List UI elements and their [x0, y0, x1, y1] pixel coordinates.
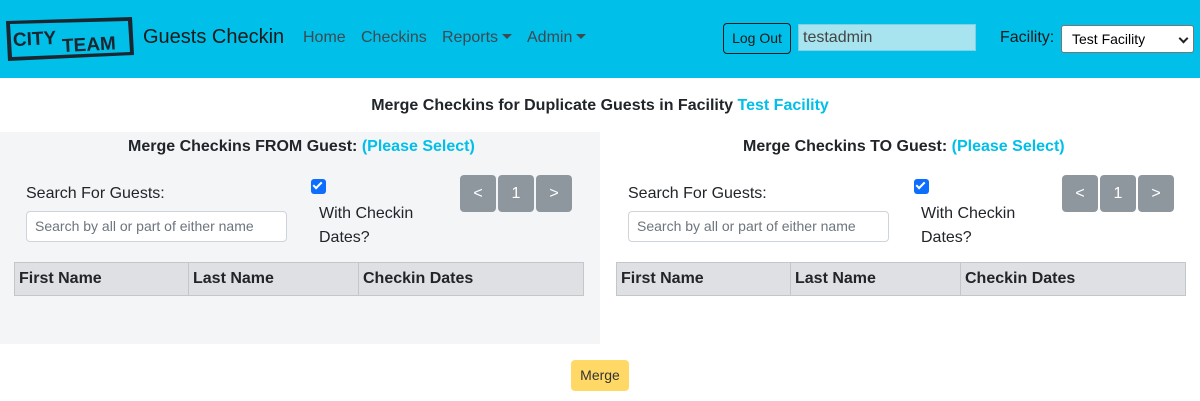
logo-text-team: TEAM: [62, 33, 117, 57]
cityteam-logo[interactable]: CITY TEAM: [4, 15, 136, 63]
from-search-input[interactable]: Search by all or part of either name: [26, 211, 287, 242]
to-page-number-button[interactable]: 1: [1100, 175, 1136, 212]
caret-down-icon: [502, 34, 513, 40]
from-table-header: First Name Last Name Checkin Dates: [14, 262, 584, 296]
to-next-page-button[interactable]: >: [1138, 175, 1174, 212]
navbar: CITY TEAM Guests Checkin Home Checkins R…: [0, 0, 1200, 78]
caret-down-icon: [576, 34, 587, 40]
from-col-checkin-dates[interactable]: Checkin Dates: [358, 263, 583, 295]
from-panel-heading: Merge Checkins FROM Guest: (Please Selec…: [128, 138, 475, 156]
nav-checkins[interactable]: Checkins: [361, 29, 427, 47]
page-title-text: Merge Checkins for Duplicate Guests in F…: [371, 97, 738, 114]
from-checkin-dates-label: With Checkin Dates?: [319, 205, 414, 246]
chevron-down-icon: [1178, 33, 1189, 44]
nav-home-label: Home: [303, 29, 346, 46]
from-col-last-name[interactable]: Last Name: [188, 263, 358, 295]
to-search-input[interactable]: Search by all or part of either name: [628, 211, 889, 242]
to-checkin-dates-checkbox[interactable]: [914, 179, 929, 194]
app-title[interactable]: Guests Checkin: [143, 26, 284, 49]
nav-admin-dropdown[interactable]: Admin: [527, 29, 587, 47]
to-search-label: Search For Guests:: [628, 185, 767, 202]
from-heading-text: Merge Checkins FROM Guest:: [128, 138, 362, 155]
to-panel-heading: Merge Checkins TO Guest: (Please Select): [743, 138, 1065, 156]
to-col-checkin-dates[interactable]: Checkin Dates: [960, 263, 1185, 295]
nav-checkins-label: Checkins: [361, 29, 427, 46]
page-title: Merge Checkins for Duplicate Guests in F…: [0, 97, 1200, 115]
facility-label: Facility:: [1000, 29, 1055, 46]
checkmark-icon: [312, 179, 323, 190]
from-page-number-button[interactable]: 1: [498, 175, 534, 212]
page-title-facility: Test Facility: [737, 97, 829, 114]
logout-button[interactable]: Log Out: [723, 23, 791, 54]
merge-from-panel: Merge Checkins FROM Guest: (Please Selec…: [0, 132, 600, 344]
logo-text-city: CITY: [12, 28, 57, 51]
nav-reports-label: Reports: [442, 29, 499, 46]
to-col-last-name[interactable]: Last Name: [790, 263, 960, 295]
from-prev-page-button[interactable]: <: [460, 175, 496, 212]
to-table-header: First Name Last Name Checkin Dates: [616, 262, 1186, 296]
nav-admin-label: Admin: [527, 29, 573, 46]
merge-to-panel: Merge Checkins TO Guest: (Please Select)…: [600, 132, 1200, 344]
to-prev-page-button[interactable]: <: [1062, 175, 1098, 212]
facility-select-value: Test Facility: [1072, 31, 1146, 47]
to-col-first-name[interactable]: First Name: [617, 263, 790, 295]
from-selected-guest: (Please Select): [361, 138, 475, 155]
nav-home[interactable]: Home: [303, 29, 346, 47]
facility-select[interactable]: Test Facility: [1061, 25, 1194, 53]
from-next-page-button[interactable]: >: [536, 175, 572, 212]
merge-button[interactable]: Merge: [571, 360, 629, 391]
from-search-label: Search For Guests:: [26, 185, 165, 202]
from-col-first-name[interactable]: First Name: [15, 263, 188, 295]
checkmark-icon: [915, 179, 926, 190]
to-heading-text: Merge Checkins TO Guest:: [743, 138, 952, 155]
from-checkin-dates-checkbox[interactable]: [311, 179, 326, 194]
username-field[interactable]: testadmin: [798, 24, 976, 51]
to-selected-guest: (Please Select): [951, 138, 1065, 155]
nav-reports-dropdown[interactable]: Reports: [442, 29, 513, 47]
to-checkin-dates-label: With Checkin Dates?: [921, 205, 1016, 246]
